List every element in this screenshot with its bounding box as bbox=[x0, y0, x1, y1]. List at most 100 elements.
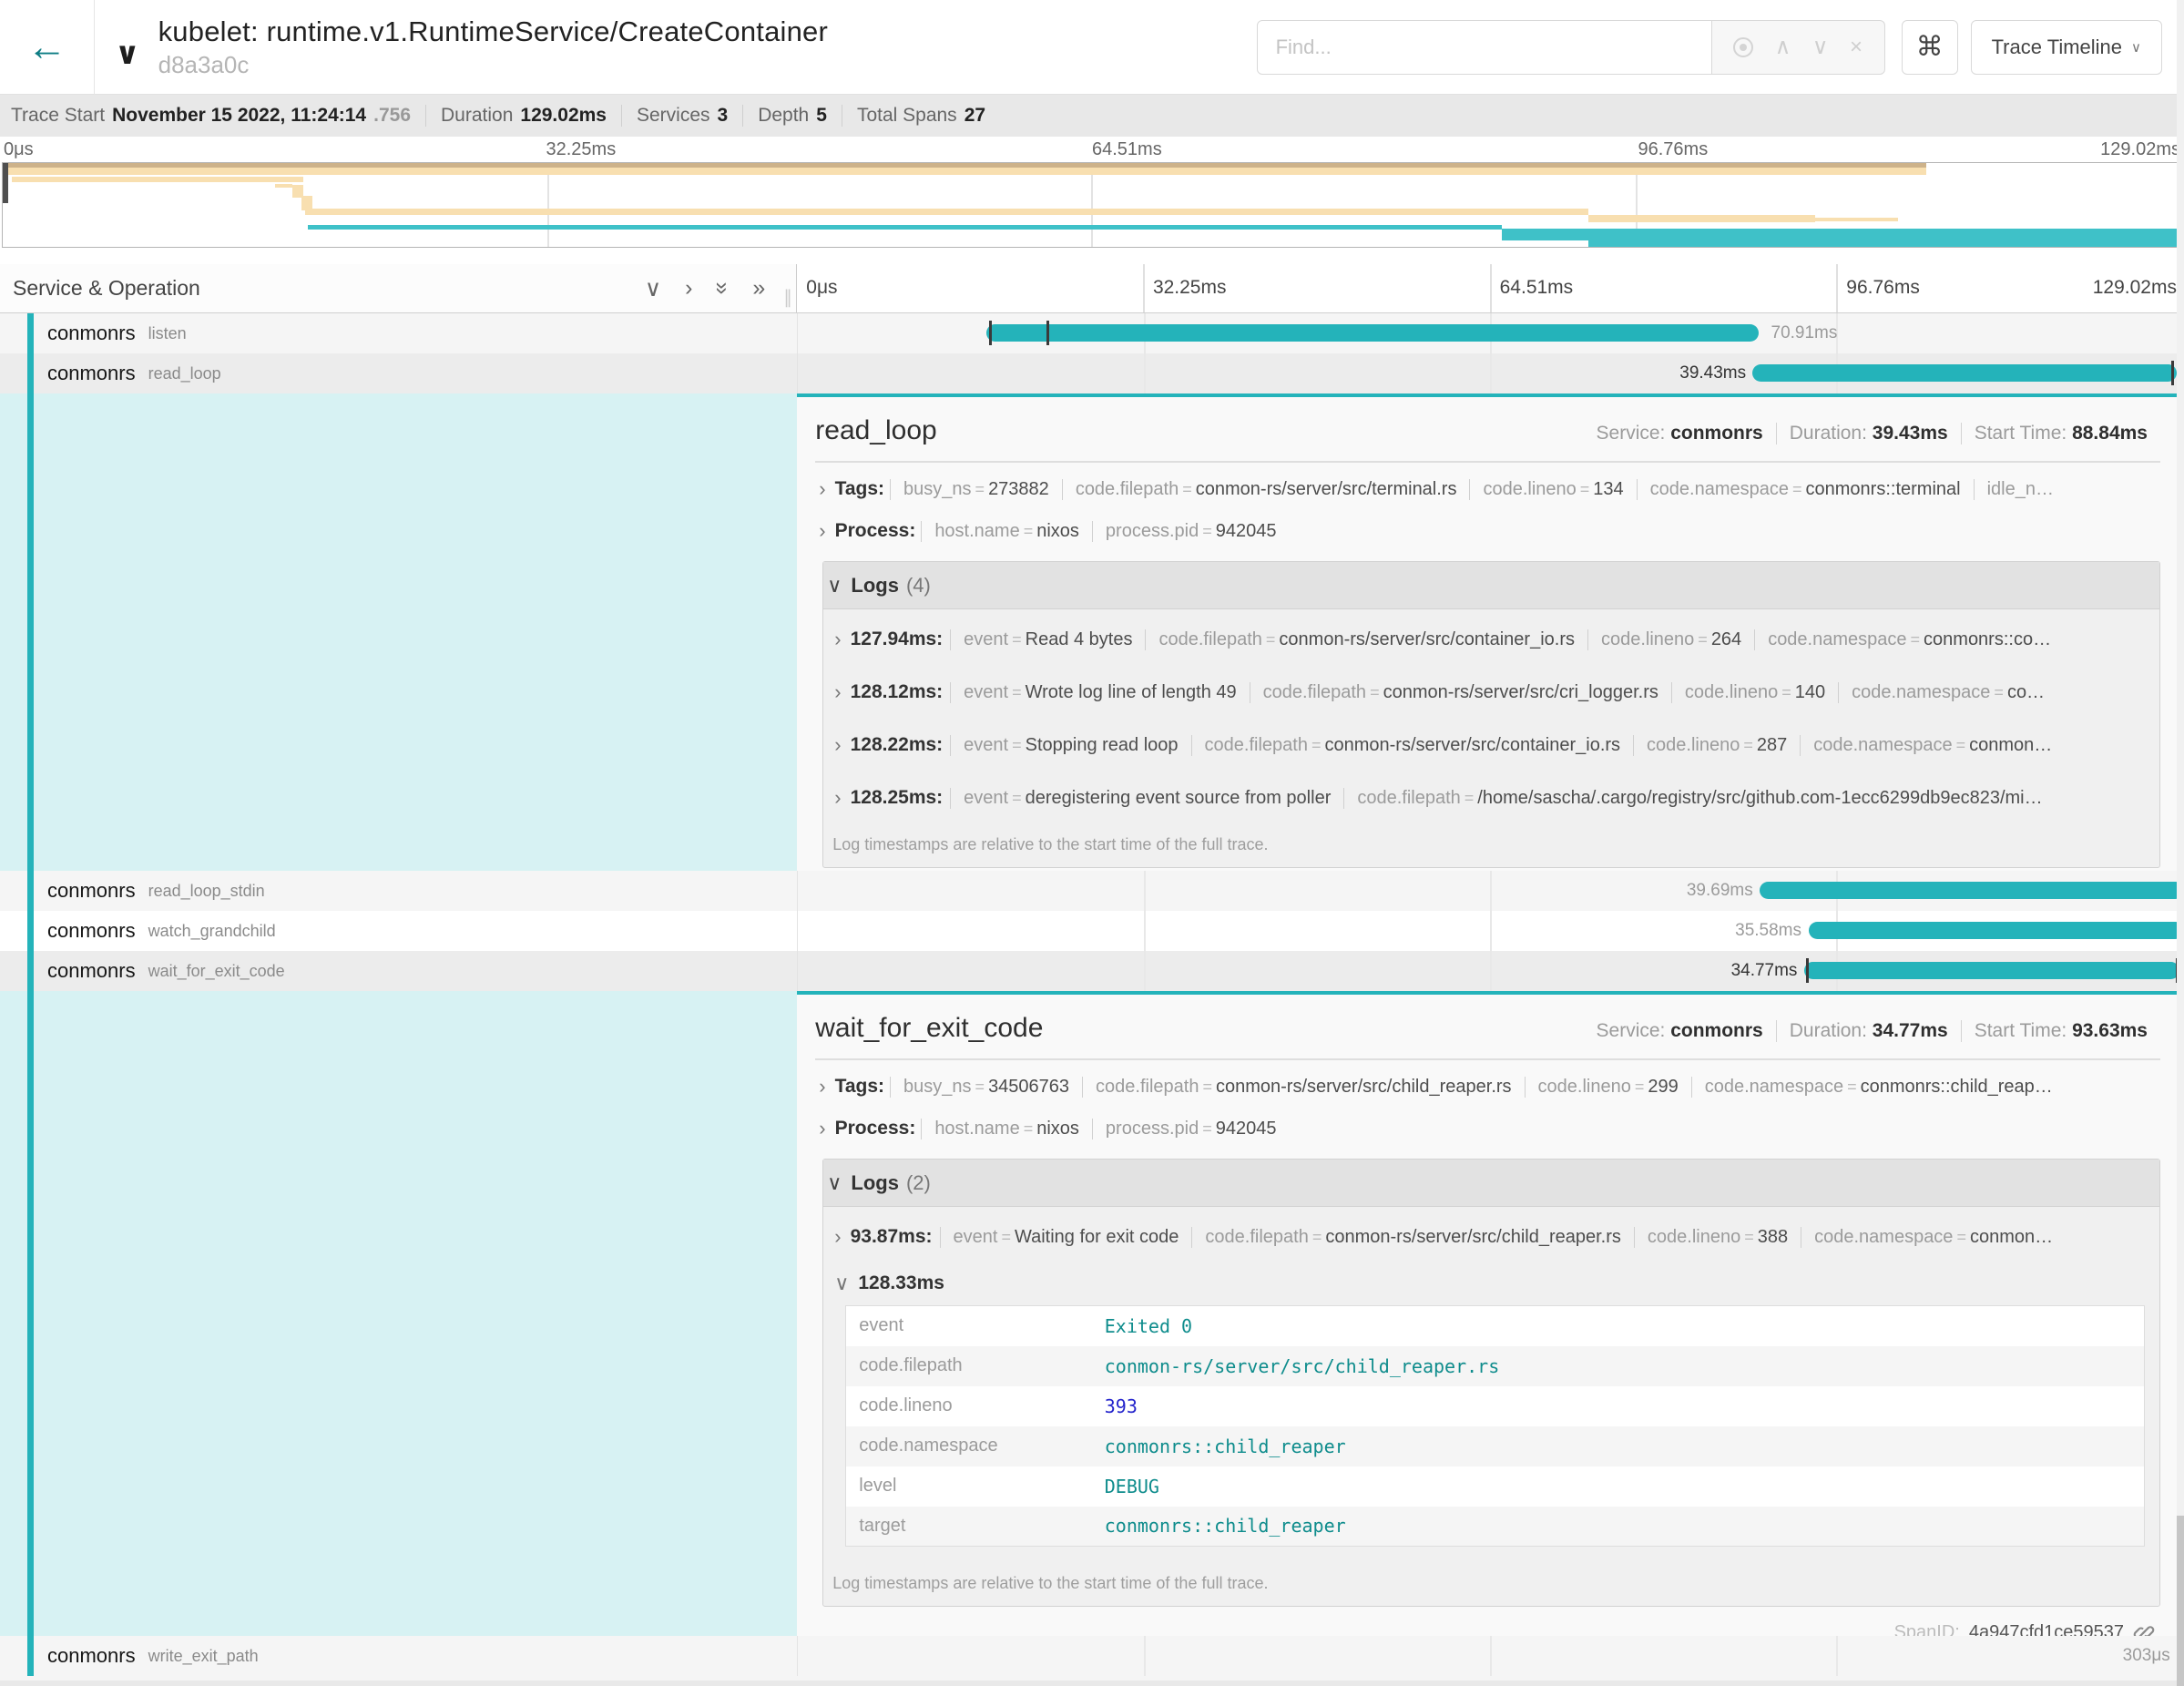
vertical-scrollbar[interactable] bbox=[2177, 0, 2184, 1686]
detail-service: Service: conmonrs bbox=[1584, 423, 1776, 444]
find-tools: ∧ ∨ × bbox=[1712, 20, 1885, 75]
log-field: code.lineno=287 bbox=[1633, 735, 1800, 756]
log-entry[interactable]: › 128.22ms: event=Stopping read loop cod… bbox=[831, 722, 2152, 768]
service-operation-header: Service & Operation ∨ › » » ∥ bbox=[0, 264, 797, 312]
log-field: code.namespace=conmon… bbox=[1801, 1227, 2066, 1248]
minimap-span-bar bbox=[12, 177, 304, 182]
indent-guide bbox=[27, 393, 34, 871]
jaeger-trace-page: ← ∨ kubelet: runtime.v1.RuntimeService/C… bbox=[0, 0, 2184, 1686]
span-bar[interactable] bbox=[1752, 364, 2177, 382]
detail-card: wait_for_exit_code Service: conmonrs Dur… bbox=[797, 991, 2184, 1636]
timeline-tick: 96.76ms bbox=[1846, 277, 1920, 299]
logs-header[interactable]: ∨ Logs (4) bbox=[823, 562, 2159, 609]
chevron-right-icon: › bbox=[834, 733, 841, 757]
find-group: ∧ ∨ × bbox=[1257, 20, 1885, 75]
toolbar: ∧ ∨ × ⌘ Trace Timeline ∨ bbox=[1257, 20, 2184, 75]
prev-result-icon[interactable]: ∧ bbox=[1775, 34, 1791, 60]
span-row-write-exit-path[interactable]: conmonrs write_exit_path 303μs bbox=[0, 1636, 2184, 1676]
collapse-all-icon[interactable]: » bbox=[709, 282, 736, 295]
span-bar[interactable] bbox=[1804, 962, 2179, 979]
operation-name: watch_grandchild bbox=[148, 922, 276, 941]
log-field: code.filepath=/home/sascha/.cargo/regist… bbox=[1343, 788, 2055, 809]
log-field: code.filepath=conmon-rs/server/src/cri_l… bbox=[1250, 682, 1671, 703]
log-entry[interactable]: › 128.25ms: event=deregistering event so… bbox=[831, 775, 2152, 821]
process-chip: process.pid=942045 bbox=[1092, 1119, 1290, 1139]
timeline-tick: 129.02ms bbox=[2093, 277, 2177, 299]
next-result-icon[interactable]: ∨ bbox=[1812, 34, 1829, 60]
minimap-drag-handle[interactable] bbox=[3, 163, 8, 203]
collapse-one-icon[interactable]: ∨ bbox=[645, 275, 661, 302]
operation-name: wait_for_exit_code bbox=[148, 962, 285, 981]
trace-view-selector[interactable]: Trace Timeline ∨ bbox=[1971, 20, 2162, 75]
timeline-tick: 0μs bbox=[806, 277, 837, 299]
log-entry[interactable]: › 93.87ms: event=Waiting for exit code c… bbox=[831, 1214, 2152, 1260]
search-input[interactable] bbox=[1257, 20, 1712, 75]
detail-title: read_loop bbox=[815, 415, 936, 446]
logs-header[interactable]: ∨ Logs (2) bbox=[823, 1160, 2159, 1207]
keyboard-shortcuts-button[interactable]: ⌘ bbox=[1902, 20, 1958, 75]
title-collapse-toggle[interactable]: ∨ bbox=[115, 36, 140, 72]
span-row-listen[interactable]: conmonrs listen 70.91ms bbox=[0, 313, 2184, 353]
horizontal-scrollbar[interactable] bbox=[0, 1681, 2184, 1686]
span-duration-label: 303μs bbox=[2123, 1646, 2170, 1666]
span-row-read-loop-stdin[interactable]: conmonrs read_loop_stdin 39.69ms bbox=[0, 871, 2184, 911]
span-detail-read-loop: read_loop Service: conmonrs Duration: 39… bbox=[0, 393, 2184, 871]
indent-guide bbox=[27, 951, 34, 991]
span-bar[interactable] bbox=[986, 324, 1759, 342]
trace-minimap[interactable] bbox=[2, 162, 2182, 248]
log-field: event=Stopping read loop bbox=[950, 735, 1190, 756]
process-accordion[interactable]: › Process: host.name=nixos process.pid=9… bbox=[815, 510, 2160, 552]
span-row-wait-for-exit-code[interactable]: conmonrs wait_for_exit_code 34.77ms bbox=[0, 951, 2184, 991]
process-accordion[interactable]: › Process: host.name=nixos process.pid=9… bbox=[815, 1108, 2160, 1150]
detail-card: read_loop Service: conmonrs Duration: 39… bbox=[797, 393, 2184, 871]
minimap-span-bar bbox=[1588, 215, 1815, 222]
indent-guide bbox=[27, 991, 34, 1636]
log-field: code.namespace=co… bbox=[1838, 682, 2057, 703]
summary-services: Services 3 bbox=[621, 105, 742, 127]
scrollbar-thumb[interactable] bbox=[2177, 1516, 2184, 1686]
log-entry[interactable]: › 128.12ms: event=Wrote log line of leng… bbox=[831, 669, 2152, 715]
timeline-tick: 32.25ms bbox=[1153, 277, 1227, 299]
logs-note: Log timestamps are relative to the start… bbox=[823, 1559, 2159, 1606]
operation-name: listen bbox=[148, 324, 187, 343]
detail-indent-column bbox=[0, 393, 797, 871]
log-marker bbox=[1806, 958, 1809, 983]
span-duration-label: 70.91ms bbox=[1771, 323, 1838, 343]
tags-accordion[interactable]: › Tags: busy_ns=34506763 code.filepath=c… bbox=[815, 1066, 2160, 1108]
tag-chip: code.filepath=conmon-rs/server/src/termi… bbox=[1062, 479, 1470, 500]
trace-id: d8a3a0c bbox=[158, 51, 828, 79]
tags-accordion[interactable]: › Tags: busy_ns=273882 code.filepath=con… bbox=[815, 468, 2160, 510]
chevron-right-icon: › bbox=[819, 1117, 825, 1140]
detail-indent-column bbox=[0, 991, 797, 1636]
chevron-right-icon: › bbox=[834, 628, 841, 651]
clear-search-icon[interactable]: × bbox=[1850, 35, 1863, 60]
log-field: code.filepath=conmon-rs/server/src/child… bbox=[1191, 1227, 1634, 1248]
span-row-read-loop[interactable]: conmonrs read_loop 39.43ms bbox=[0, 353, 2184, 393]
service-name: conmonrs bbox=[47, 322, 136, 345]
link-icon[interactable] bbox=[2133, 1621, 2155, 1636]
field-value: conmon-rs/server/src/child_reaper.rs bbox=[1092, 1346, 2145, 1386]
span-row-watch-grandchild[interactable]: conmonrs watch_grandchild 35.58ms bbox=[0, 911, 2184, 951]
back-button[interactable]: ← bbox=[0, 0, 95, 95]
span-bar[interactable] bbox=[1760, 882, 2184, 899]
field-key: event bbox=[846, 1306, 1092, 1346]
minimap-span-bar bbox=[3, 168, 1926, 175]
focus-icon[interactable] bbox=[1733, 37, 1753, 57]
chevron-down-icon: ∨ bbox=[827, 1171, 842, 1195]
minimap-span-bar bbox=[1811, 218, 1898, 221]
expand-one-icon[interactable]: › bbox=[685, 275, 692, 301]
log-entry-expanded[interactable]: ∨ 128.33ms bbox=[831, 1263, 2152, 1303]
divider bbox=[815, 461, 2160, 463]
detail-start-time: Start Time: 93.63ms bbox=[1961, 1020, 2160, 1042]
span-bar[interactable] bbox=[1809, 922, 2184, 939]
log-entry[interactable]: › 127.94ms: event=Read 4 bytes code.file… bbox=[831, 617, 2152, 662]
column-resize-handle[interactable]: ∥ bbox=[783, 286, 792, 309]
table-row: event Exited 0 bbox=[846, 1306, 2145, 1346]
tag-chip: busy_ns=273882 bbox=[890, 479, 1062, 500]
trace-view-label: Trace Timeline bbox=[1992, 36, 2122, 59]
tag-chip: code.lineno=134 bbox=[1469, 479, 1636, 500]
indent-guide bbox=[27, 353, 34, 393]
field-key: code.lineno bbox=[846, 1386, 1092, 1426]
expand-all-icon[interactable]: » bbox=[752, 275, 765, 301]
detail-duration: Duration: 39.43ms bbox=[1776, 423, 1961, 444]
